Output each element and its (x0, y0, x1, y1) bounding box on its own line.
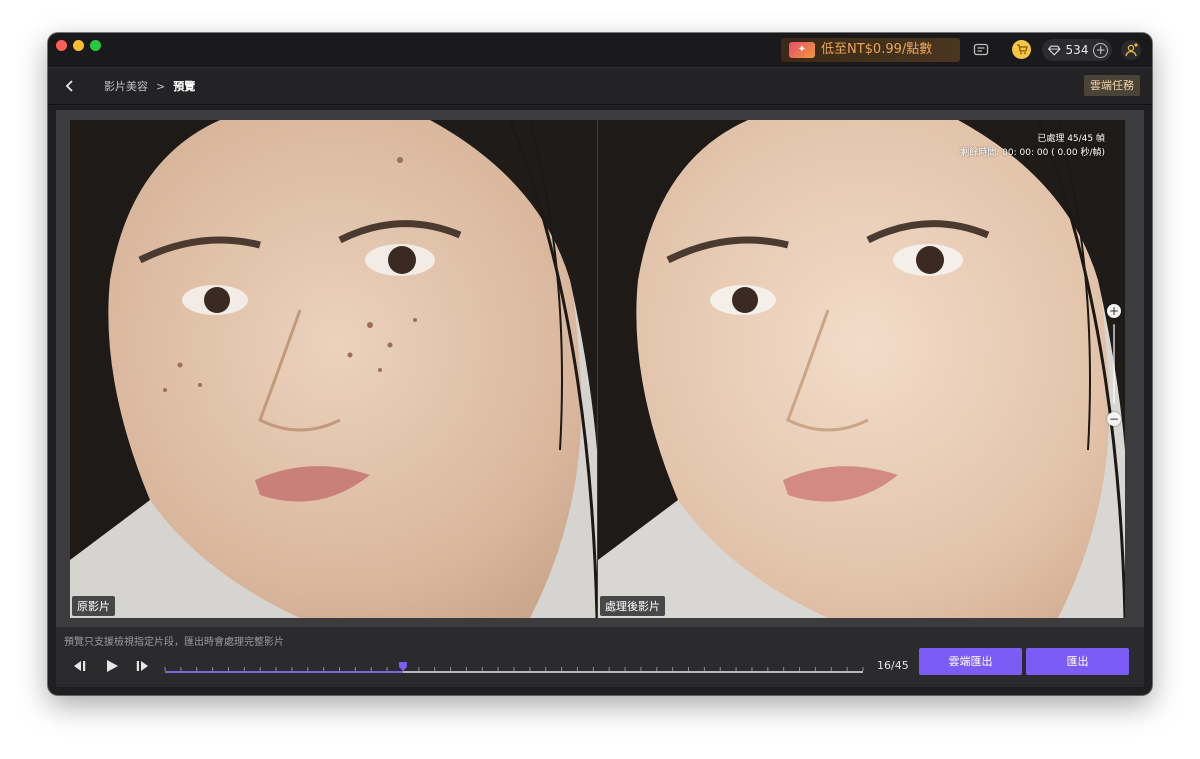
maximize-window-button[interactable] (90, 40, 101, 51)
diamond-icon (1048, 45, 1061, 56)
processed-video-label: 處理後影片 (600, 596, 665, 616)
step-backward-icon (74, 661, 86, 671)
user-avatar-icon[interactable] (1121, 40, 1141, 60)
previous-frame-button[interactable] (70, 657, 90, 675)
promo-banner[interactable]: ✦ 低至NT$0.99/點數 (781, 38, 960, 62)
zoom-slider[interactable] (1113, 324, 1115, 404)
remaining-time-text: 剩餘時間: 00: 00: 00 ( 0.00 秒/幀) (960, 148, 1105, 158)
timeline-playhead (398, 662, 407, 671)
play-button[interactable] (102, 657, 122, 675)
export-button[interactable]: 匯出 (1026, 648, 1129, 675)
frame-counter: 16/45 (877, 659, 909, 672)
credits-count: 534 (1065, 43, 1089, 57)
frame-timeline[interactable] (164, 661, 864, 677)
preview-notice: 預覽只支援檢視指定片段，匯出時會處理完整影片 (64, 637, 284, 648)
original-video-pane: 原影片 (70, 120, 597, 618)
processed-video-frame (598, 120, 1125, 618)
zoom-in-button[interactable]: + (1107, 304, 1121, 318)
step-forward-icon (136, 661, 148, 671)
original-video-frame (70, 120, 597, 618)
breadcrumb-current: 預覽 (173, 80, 196, 93)
cloud-export-button[interactable]: 雲端匯出 (919, 648, 1022, 675)
chat-icon[interactable] (971, 41, 991, 59)
original-video-label: 原影片 (72, 596, 115, 616)
cloud-task-button[interactable]: 雲端任務 (1084, 75, 1140, 96)
sub-header: 影片美容 > 預覽 雲端任務 (48, 67, 1152, 105)
credits-display: 534 + (1042, 39, 1112, 61)
next-frame-button[interactable] (132, 657, 152, 675)
app-window: ✦ 低至NT$0.99/點數 534 + 影片美容 > 預覽 雲端任務 原影片 … (48, 33, 1152, 695)
breadcrumb: 影片美容 > 預覽 (104, 68, 195, 104)
timeline-track[interactable] (164, 661, 864, 677)
title-bar: ✦ 低至NT$0.99/點數 534 + (48, 33, 1152, 67)
minimize-window-button[interactable] (73, 40, 84, 51)
processing-info: 已處理 45/45 幀 剩餘時間: 00: 00: 00 ( 0.00 秒/幀) (960, 132, 1105, 160)
zoom-out-button[interactable]: − (1107, 412, 1121, 426)
playback-bar: 預覽只支援檢視指定片段，匯出時會處理完整影片 16/45 雲端匯出 匯出 (56, 627, 1144, 687)
breadcrumb-separator: > (156, 79, 166, 93)
gift-icon: ✦ (789, 42, 815, 58)
shopping-cart-icon[interactable] (1012, 40, 1031, 59)
processed-frames-text: 已處理 45/45 幀 (1037, 134, 1105, 144)
promo-text: 低至NT$0.99/點數 (821, 42, 933, 57)
breadcrumb-parent[interactable]: 影片美容 (104, 78, 148, 94)
chevron-left-icon (65, 80, 73, 92)
back-button[interactable] (60, 76, 80, 96)
zoom-control: + − (1107, 304, 1121, 426)
play-icon (107, 660, 118, 672)
preview-stage: 原影片 已處理 45/45 幀 剩餘時間: 00: 00: 00 (0.00 … (56, 110, 1144, 627)
close-window-button[interactable] (56, 40, 67, 51)
add-credits-button[interactable]: + (1093, 42, 1108, 58)
processed-video-pane: 已處理 45/45 幀 剩餘時間: 00: 00: 00 ( 0.00 秒/幀)… (598, 120, 1125, 618)
